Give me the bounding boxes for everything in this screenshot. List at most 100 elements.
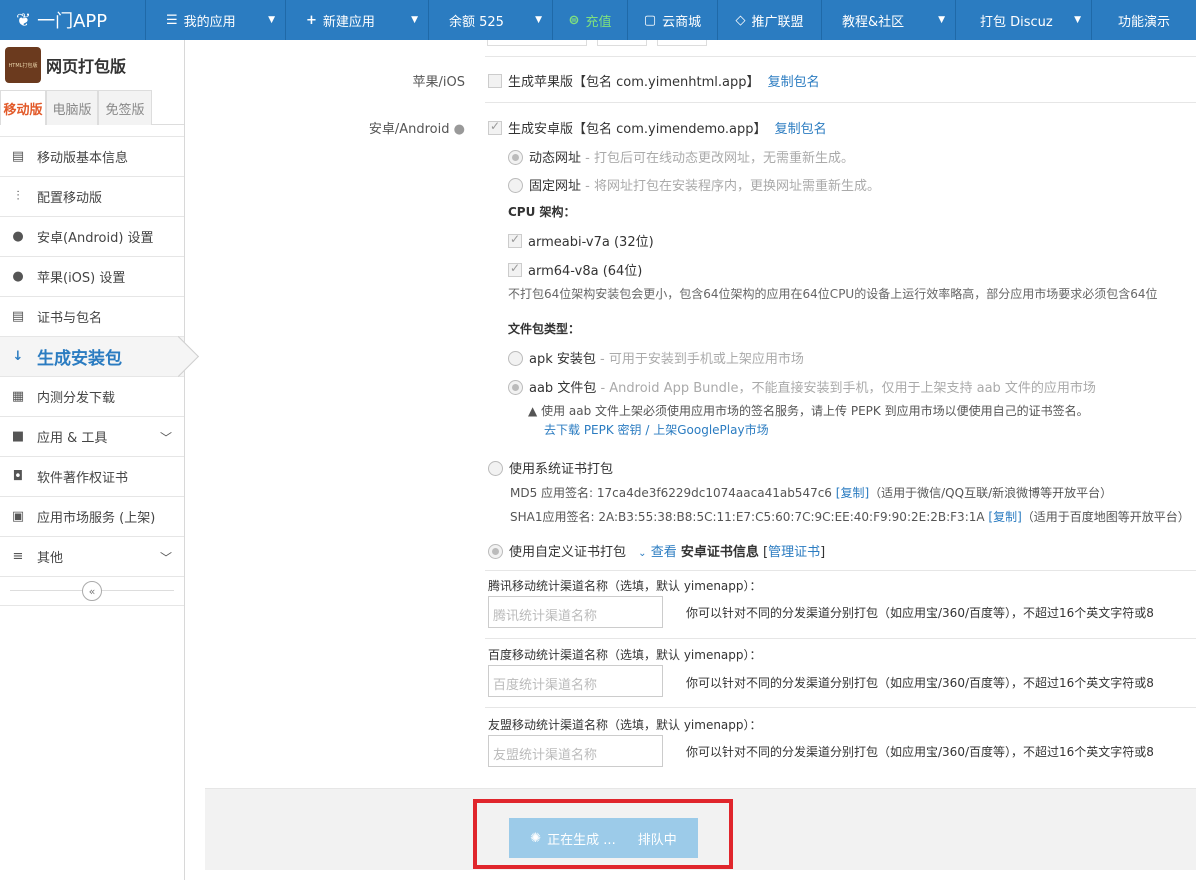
sidebar-item-label: 应用市场服务 (上架) — [37, 511, 156, 526]
url-dynamic-label: 动态网址 — [529, 151, 582, 166]
sidebar-item-beta[interactable]: ▦ 内测分发下载 — [0, 377, 184, 417]
certificate-icon: ▤ — [11, 309, 25, 324]
sidebar-item-label: 证书与包名 — [37, 311, 103, 326]
aab-links: 去下载 PEPK 密钥 / 上架GooglePlay市场 — [544, 421, 769, 438]
nav-my-apps[interactable]: ☰ 我的应用 ▼ — [146, 0, 286, 40]
url-fixed-label: 固定网址 — [529, 179, 582, 194]
sidebar-item-android[interactable]: ● 安卓(Android) 设置 — [0, 217, 184, 257]
top-nav-bar: ❦ 一门APP ☰ 我的应用 ▼ + 新建应用 ▼ 余额 525 ▼ ⊜ 充值 … — [0, 0, 1196, 40]
nav-affiliate[interactable]: ◇ 推广联盟 — [718, 0, 822, 40]
download-sort-icon: ↓ — [12, 349, 24, 364]
nav-balance[interactable]: 余额 525 ▼ — [429, 0, 553, 40]
store-icon: ▣ — [11, 509, 25, 524]
android-icon: ● — [453, 122, 465, 137]
pepk-download-link[interactable]: 去下载 PEPK 密钥 — [544, 423, 642, 437]
sidebar-item-configure[interactable]: ⫶ 配置移动版 — [0, 177, 184, 217]
nav-demo[interactable]: 功能演示 — [1092, 0, 1196, 40]
apk-radio[interactable] — [508, 351, 523, 366]
chevron-down-icon: ﹀ — [159, 551, 172, 565]
apk-label: apk 安装包 — [529, 352, 596, 367]
sys-cert-radio[interactable] — [488, 461, 503, 476]
aab-radio[interactable] — [508, 380, 523, 395]
view-cert-toggle[interactable]: ⌄ 查看 — [638, 545, 677, 560]
sidebar-spacer — [0, 125, 184, 137]
cpu-armv7-label: armeabi-v7a (32位) — [528, 235, 654, 250]
nav-recharge[interactable]: ⊜ 充值 — [553, 0, 628, 40]
action-footer: ✺ 正在生成 ... 排队中 — [205, 788, 1196, 870]
android-copy-link[interactable]: 复制包名 — [775, 122, 827, 137]
custom-cert-label: 使用自定义证书打包 — [509, 545, 627, 560]
sliders-icon: ⫶ — [16, 189, 20, 204]
url-dynamic-radio[interactable] — [508, 150, 523, 165]
url-fixed-radio[interactable] — [508, 178, 523, 193]
custom-cert-radio[interactable] — [488, 544, 503, 559]
md5-note: （适用于微信/QQ互联/新浪微博等开放平台） — [869, 486, 1113, 500]
sidebar-item-market[interactable]: ▣ 应用市场服务 (上架) — [0, 497, 184, 537]
nav-discuz[interactable]: 打包 Discuz ▼ — [956, 0, 1092, 40]
cpu-arm64-checkbox[interactable] — [508, 261, 522, 277]
sidebar-item-other[interactable]: ≡ 其他 ﹀ — [0, 537, 184, 577]
custom-cert-option[interactable]: 使用自定义证书打包 ⌄ 查看 安卓证书信息 [管理证书] — [488, 541, 825, 560]
sidebar-item-build[interactable]: ↓ 生成安装包 — [0, 337, 184, 377]
partial-control — [487, 40, 587, 46]
brand-logo[interactable]: ❦ 一门APP — [0, 0, 146, 40]
app-name: 网页打包版 — [46, 57, 127, 76]
tencent-channel-input[interactable]: 腾讯统计渠道名称 — [488, 596, 663, 628]
ios-checkbox[interactable] — [488, 74, 502, 88]
nav-cloud-mall[interactable]: ▢ 云商城 — [628, 0, 718, 40]
sidebar-item-label: 生成安装包 — [37, 349, 122, 369]
nav-demo-label: 功能演示 — [1117, 14, 1170, 30]
divider — [485, 56, 1196, 57]
ios-row-label: 苹果/iOS — [185, 71, 465, 90]
nav-recharge-label: 充值 — [585, 14, 612, 30]
ios-copy-link[interactable]: 复制包名 — [768, 75, 820, 90]
sidebar-item-copyright[interactable]: ◘ 软件著作权证书 — [0, 457, 184, 497]
baidu-channel-input[interactable]: 百度统计渠道名称 — [488, 665, 663, 697]
collapse-double-left-icon[interactable]: « — [82, 581, 102, 601]
aab-warning-text: 使用 aab 文件上架必须使用应用市场的签名服务，请上传 PEPK 到应用市场以… — [541, 404, 1089, 418]
ios-checkbox-label: 生成苹果版【包名 com.yimenhtml.app】 — [508, 75, 760, 90]
nav-tutorials[interactable]: 教程&社区 ▼ — [822, 0, 956, 40]
tab-mobile[interactable]: 移动版 — [0, 90, 46, 125]
copy-sha1-link[interactable]: [复制] — [988, 510, 1021, 524]
copy-md5-link[interactable]: [复制] — [836, 486, 869, 500]
chevron-down-icon: ﹀ — [159, 431, 172, 445]
caret-down-icon: ▼ — [535, 15, 542, 25]
url-dynamic-option[interactable]: 动态网址 - 打包后可在线动态更改网址，无需重新生成。 — [508, 147, 854, 166]
double-chevron-down-icon: ⌄ — [638, 548, 647, 559]
highlight-box — [473, 799, 733, 869]
aab-label: aab 文件包 — [529, 381, 597, 396]
umeng-channel-input[interactable]: 友盟统计渠道名称 — [488, 735, 663, 767]
url-fixed-option[interactable]: 固定网址 - 将网址打包在安装程序内，更换网址需重新生成。 — [508, 175, 880, 194]
tab-unsigned[interactable]: 免签版 — [98, 90, 152, 125]
manage-cert-link[interactable]: 管理证书 — [768, 545, 820, 560]
cpu-armv7-option[interactable]: armeabi-v7a (32位) — [508, 231, 654, 250]
sidebar-item-tools[interactable]: ■ 应用 & 工具 ﹀ — [0, 417, 184, 457]
caret-down-icon: ▼ — [1074, 15, 1081, 25]
aab-option[interactable]: aab 文件包 - Android App Bundle，不能直接安装到手机，仅… — [508, 377, 1096, 396]
sidebar-item-label: 其他 — [37, 551, 64, 566]
divider — [485, 570, 1196, 571]
apk-option[interactable]: apk 安装包 - 可用于安装到手机或上架应用市场 — [508, 348, 804, 367]
divider — [485, 638, 1196, 639]
googleplay-link[interactable]: 上架GooglePlay市场 — [653, 423, 768, 437]
app-icon: HTML打包版 — [5, 47, 41, 83]
apk-hint: - 可用于安装到手机或上架应用市场 — [595, 352, 804, 367]
android-checkbox[interactable] — [488, 119, 502, 135]
caret-down-icon: ▼ — [411, 15, 418, 25]
nav-my-apps-label: 我的应用 — [183, 14, 236, 30]
cpu-arm64-option[interactable]: arm64-v8a (64位) — [508, 260, 642, 279]
cert-info-label: 安卓证书信息 — [680, 545, 759, 560]
android-option: 生成安卓版【包名 com.yimendemo.app】 复制包名 — [488, 118, 827, 137]
url-dynamic-hint: - 打包后可在线动态更改网址，无需重新生成。 — [581, 151, 854, 166]
main-content: 苹果/iOS 生成苹果版【包名 com.yimenhtml.app】 复制包名 … — [185, 40, 1196, 880]
recharge-icon: ⊜ — [568, 12, 580, 28]
sys-cert-option[interactable]: 使用系统证书打包 — [488, 458, 613, 477]
aab-hint: - Android App Bundle，不能直接安装到手机，仅用于上架支持 a… — [596, 381, 1096, 396]
sidebar-item-basic-info[interactable]: ▤ 移动版基本信息 — [0, 137, 184, 177]
nav-new-app[interactable]: + 新建应用 ▼ — [286, 0, 429, 40]
sidebar-item-ios[interactable]: ● 苹果(iOS) 设置 — [0, 257, 184, 297]
cpu-armv7-checkbox[interactable] — [508, 232, 522, 248]
tab-desktop[interactable]: 电脑版 — [46, 90, 98, 125]
sidebar-item-certificate[interactable]: ▤ 证书与包名 — [0, 297, 184, 337]
